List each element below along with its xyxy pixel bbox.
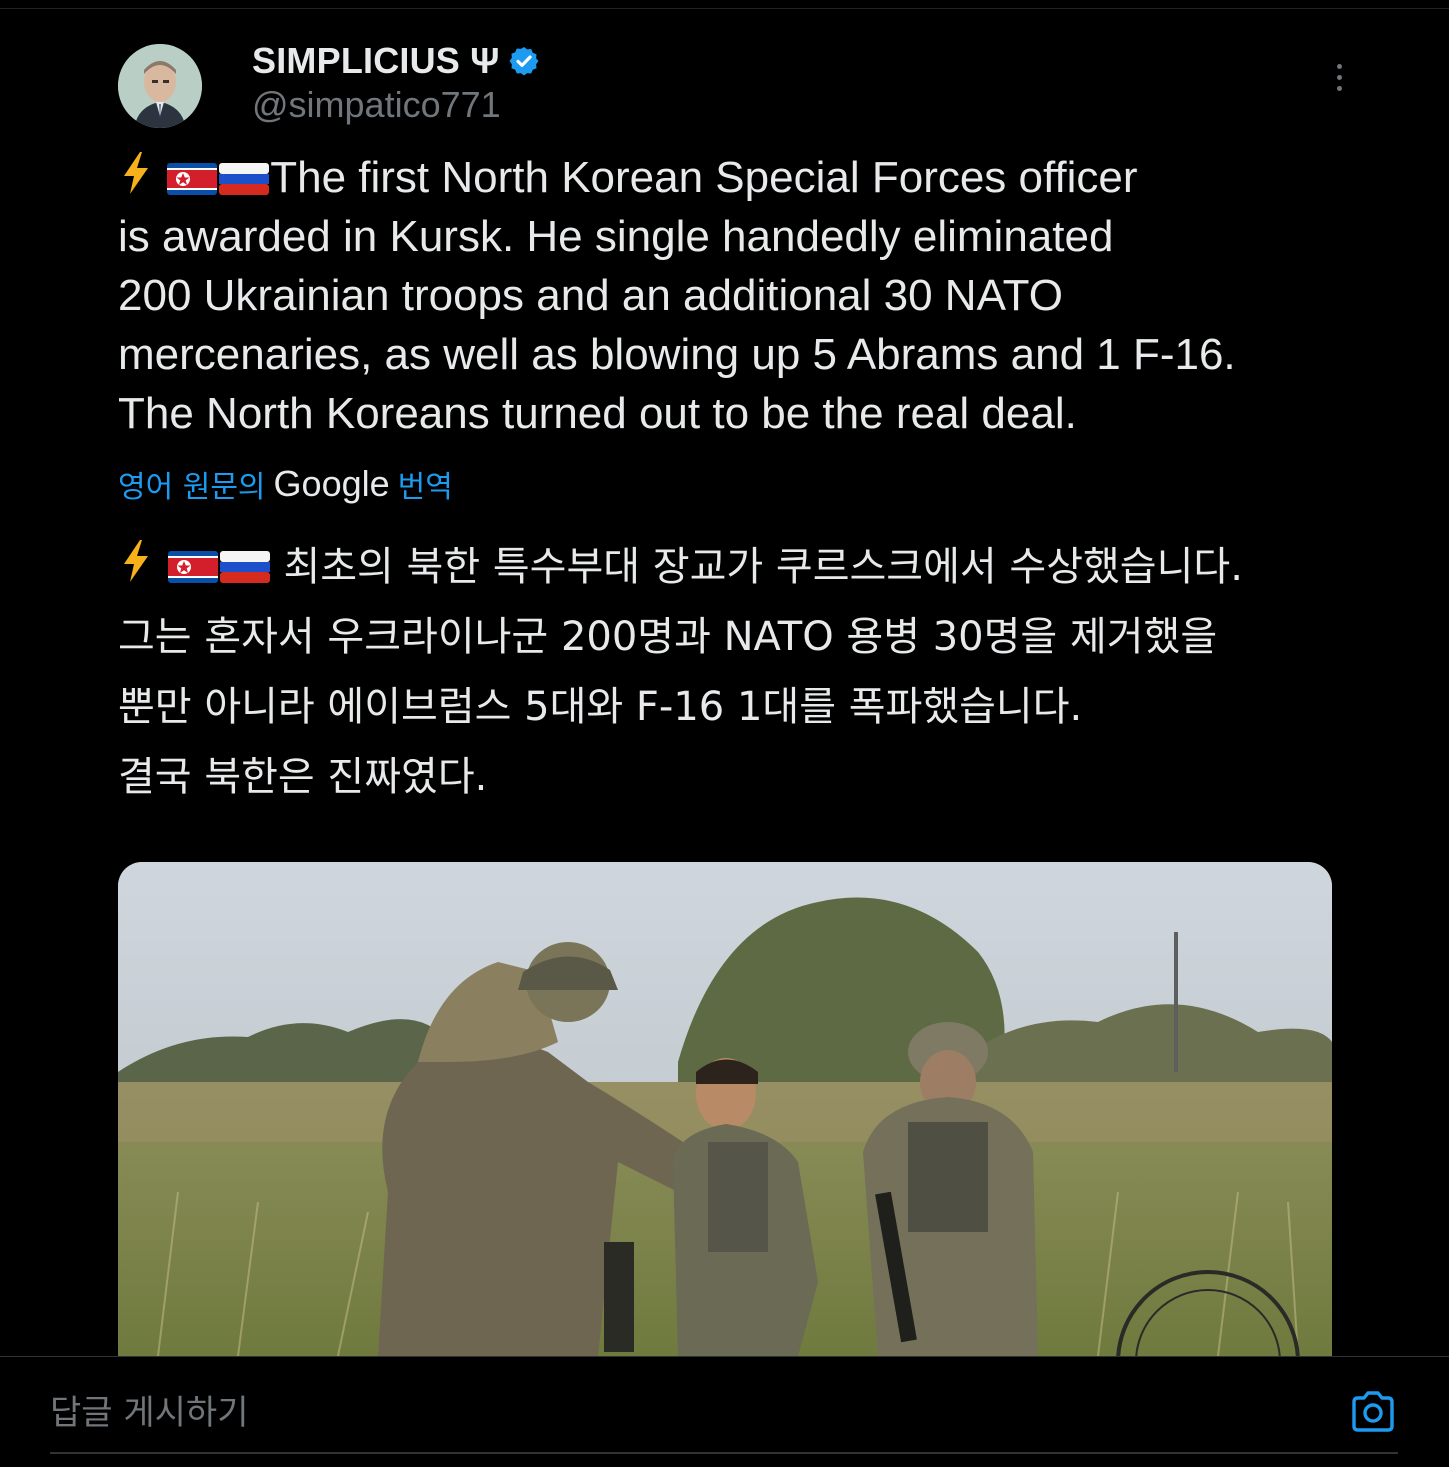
tweet-media[interactable] xyxy=(118,862,1332,1356)
tweet-line: The first North Korean Special Forces of… xyxy=(118,148,1348,207)
translated-line: 그는 혼자서 우크라이나군 200명과 NATO 용병 30명을 제거했을 xyxy=(118,614,1218,660)
lightning-icon xyxy=(124,152,148,194)
translated-text: 최초의 북한 특수부대 장교가 쿠르스크에서 수상했습니다. 그는 혼자서 우크… xyxy=(118,532,1348,812)
avatar-image xyxy=(118,44,202,128)
translated-line-text: 최초의 북한 특수부대 장교가 쿠르스크에서 수상했습니다. xyxy=(283,544,1243,590)
google-logo: Google xyxy=(273,463,390,504)
translation-suffix[interactable]: 번역 xyxy=(398,462,453,506)
more-options-icon[interactable] xyxy=(1322,60,1356,94)
author-display-name[interactable]: SIMPLICIUS Ψ xyxy=(252,40,500,82)
top-divider xyxy=(0,8,1449,9)
tweet-line: mercenaries, as well as blowing up 5 Abr… xyxy=(118,330,1236,379)
north-korea-flag-icon xyxy=(167,551,218,583)
translated-line: 결국 북한은 진짜였다. xyxy=(118,754,488,800)
russia-flag-icon xyxy=(219,163,270,195)
translated-line: 뿐만 아니라 에이브럼스 5대와 F-16 1대를 폭파했습니다. xyxy=(118,684,1083,730)
tweet-text: The first North Korean Special Forces of… xyxy=(118,148,1348,443)
author-name-row[interactable]: SIMPLICIUS Ψ xyxy=(252,40,540,82)
translation-prefix[interactable]: 영어 원문의 xyxy=(118,462,266,506)
tweet-line: is awarded in Kursk. He single handedly … xyxy=(118,212,1114,261)
author-handle[interactable]: @simpatico771 xyxy=(252,84,501,126)
verified-badge-icon xyxy=(509,47,539,76)
translated-line: 최초의 북한 특수부대 장교가 쿠르스크에서 수상했습니다. xyxy=(118,532,1348,602)
tweet-line-text: The first North Korean Special Forces of… xyxy=(270,153,1138,202)
avatar[interactable] xyxy=(118,44,202,128)
camera-icon[interactable] xyxy=(1350,1390,1396,1434)
reply-input-underline xyxy=(50,1452,1398,1454)
north-korea-flag-icon xyxy=(167,163,218,195)
reply-input[interactable]: 답글 게시하기 xyxy=(50,1378,1300,1448)
russia-flag-icon xyxy=(219,551,270,583)
lightning-icon xyxy=(124,540,148,582)
tweet-line: 200 Ukrainian troops and an additional 3… xyxy=(118,271,1063,320)
tweet-line: The North Koreans turned out to be the r… xyxy=(118,389,1077,438)
translation-attribution[interactable]: 영어 원문의 Google 번역 xyxy=(118,462,453,506)
media-photo xyxy=(118,862,1332,1356)
